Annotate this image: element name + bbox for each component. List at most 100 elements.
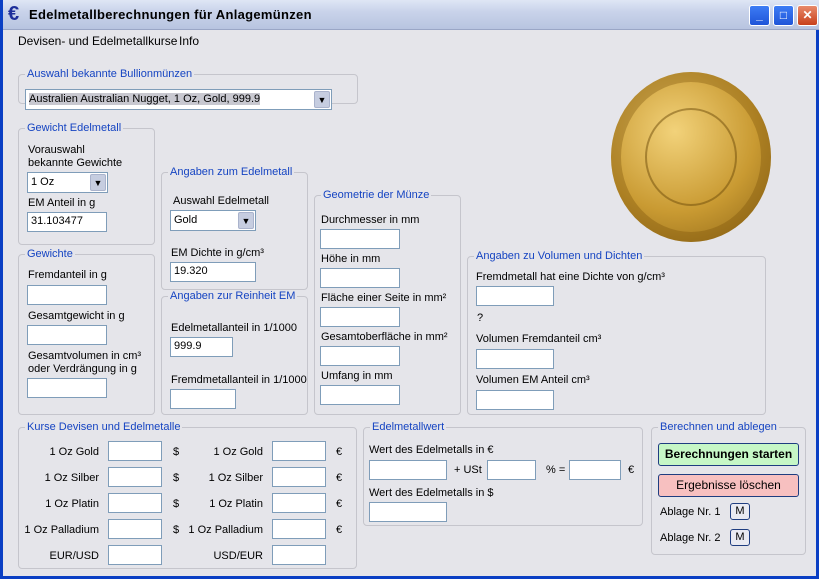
platin-usd-label: 1 Oz Platin	[45, 498, 99, 510]
wert-eur-input[interactable]	[369, 460, 447, 480]
umfang-label: Umfang in mm	[321, 370, 393, 382]
fx-eur-label: USD/EUR	[213, 550, 263, 562]
app-window: € Edelmetallberechnungen für Anlagemünze…	[0, 0, 819, 579]
em-anteil-input[interactable]: 31.103477	[27, 212, 107, 232]
gewichte-legend: Gewichte	[27, 248, 73, 260]
fremd-anteil-1000-input[interactable]	[170, 389, 236, 409]
palladium-usd-label: 1 Oz Palladium	[24, 524, 99, 536]
bullion-value: Australien Australian Nugget, 1 Oz, Gold…	[29, 93, 261, 105]
palladium-usd-input[interactable]	[108, 519, 162, 539]
ust-label: + USt	[454, 464, 482, 476]
wert-eur-label: Wert des Edelmetalls in €	[369, 444, 494, 456]
percent-label: % =	[546, 464, 566, 476]
ablage1-m-button[interactable]: M	[730, 503, 750, 520]
window-title: Edelmetallberechnungen für Anlagemünzen	[29, 7, 312, 22]
ablage2-m-button[interactable]: M	[730, 529, 750, 546]
gold-eur-label: 1 Oz Gold	[213, 446, 263, 458]
auswahl-edelmetall-label: Auswahl Edelmetall	[173, 195, 269, 207]
fx-eur-input[interactable]	[272, 545, 326, 565]
minimize-button[interactable]: _	[749, 5, 770, 26]
edelmetall-select[interactable]: Gold ▼	[170, 210, 256, 231]
silber-usd-input[interactable]	[108, 467, 162, 487]
ablage2-label: Ablage Nr. 2	[660, 532, 721, 544]
gesamtgewicht-input[interactable]	[27, 325, 107, 345]
gewicht-select[interactable]: 1 Oz ▼	[27, 172, 108, 193]
silber-usd-label: 1 Oz Silber	[44, 472, 99, 484]
flaeche-label: Fläche einer Seite in mm²	[321, 292, 447, 304]
euro-icon: €	[8, 3, 20, 25]
chevron-down-icon[interactable]: ▼	[238, 212, 254, 229]
vorauswahl-label: Vorauswahl	[28, 144, 85, 156]
volumen-fremd-label: Volumen Fremdanteil cm³	[476, 333, 602, 345]
wert-usd-input[interactable]	[369, 502, 447, 522]
fx-usd-label: EUR/USD	[49, 550, 99, 562]
palladium-eur-label: 1 Oz Palladium	[188, 524, 263, 536]
silber-eur-input[interactable]	[272, 467, 326, 487]
fremd-anteil-1000-label: Fremdmetallanteil in 1/1000	[171, 374, 307, 386]
gesamtoberflaeche-label: Gesamtoberfläche in mm²	[321, 331, 448, 343]
bullion-legend: Auswahl bekannte Bullionmünzen	[27, 68, 193, 80]
flaeche-input[interactable]	[320, 307, 400, 327]
euro-label: €	[336, 472, 343, 484]
durchmesser-label: Durchmesser in mm	[321, 214, 420, 226]
gesamtvolumen-label: Gesamtvolumen in cm³	[28, 350, 142, 362]
silber-eur-label: 1 Oz Silber	[208, 472, 263, 484]
ust-input[interactable]	[487, 460, 536, 480]
ablage1-label: Ablage Nr. 1	[660, 506, 721, 518]
question-label: ?	[477, 312, 484, 324]
platin-eur-input[interactable]	[272, 493, 326, 513]
menu-info[interactable]: Info	[179, 34, 199, 48]
geometrie-legend: Geometrie der Münze	[323, 189, 430, 201]
gesamtgewicht-label: Gesamtgewicht in g	[28, 310, 125, 322]
em-anteil-1000-input[interactable]: 999.9	[170, 337, 233, 357]
menu-devisen[interactable]: Devisen- und Edelmetallkurse	[18, 34, 177, 48]
platin-usd-input[interactable]	[108, 493, 162, 513]
volumen-em-input[interactable]	[476, 390, 554, 410]
chevron-down-icon[interactable]: ▼	[90, 174, 106, 191]
gewicht-value: 1 Oz	[31, 176, 55, 188]
berechnen-legend: Berechnen und ablegen	[660, 421, 777, 433]
em-anteil-label: EM Anteil in g	[28, 197, 96, 209]
em-dichte-input[interactable]: 19.320	[170, 262, 256, 282]
hoehe-input[interactable]	[320, 268, 400, 288]
maximize-button[interactable]: □	[773, 5, 794, 26]
fremdmetall-dichte-input[interactable]	[476, 286, 554, 306]
fremdanteil-input[interactable]	[27, 285, 107, 305]
volumen-fremd-input[interactable]	[476, 349, 554, 369]
wert-legend: Edelmetallwert	[372, 421, 445, 433]
durchmesser-input[interactable]	[320, 229, 400, 249]
em-anteil-1000-label: Edelmetallanteil in 1/1000	[171, 322, 297, 334]
dollar-label: $	[173, 446, 180, 458]
gold-eur-input[interactable]	[272, 441, 326, 461]
euro-label: €	[336, 446, 343, 458]
dollar-label: $	[173, 524, 180, 536]
em-dichte-label: EM Dichte in g/cm³	[171, 247, 264, 259]
dollar-label: $	[173, 498, 180, 510]
bullion-select[interactable]: Australien Australian Nugget, 1 Oz, Gold…	[25, 89, 332, 110]
reinheit-legend: Angaben zur Reinheit EM	[170, 290, 296, 302]
edelmetall-value: Gold	[174, 214, 198, 226]
vorauswahl-label-2: bekannte Gewichte	[28, 157, 123, 169]
volumen-legend: Angaben zu Volumen und Dichten	[476, 250, 643, 262]
kurse-legend: Kurse Devisen und Edelmetalle	[27, 421, 181, 433]
fremdmetall-dichte-label: Fremdmetall hat eine Dichte von g/cm³	[476, 271, 665, 283]
chevron-down-icon[interactable]: ▼	[314, 91, 330, 108]
palladium-eur-input[interactable]	[272, 519, 326, 539]
euro-label: €	[628, 464, 635, 476]
verdraengung-label: oder Verdrängung in g	[28, 363, 137, 375]
gesamtvolumen-input[interactable]	[27, 378, 107, 398]
euro-label: €	[336, 524, 343, 536]
gesamtoberflaeche-input[interactable]	[320, 346, 400, 366]
edelmetall-legend: Angaben zum Edelmetall	[170, 166, 293, 178]
start-calculation-button[interactable]: Berechnungen starten	[658, 443, 799, 466]
close-button[interactable]: ✕	[797, 5, 818, 26]
gold-usd-input[interactable]	[108, 441, 162, 461]
umfang-input[interactable]	[320, 385, 400, 405]
wert-brutto-input[interactable]	[569, 460, 621, 480]
clear-results-button[interactable]: Ergebnisse löschen	[658, 474, 799, 497]
gewicht-legend: Gewicht Edelmetall	[27, 122, 122, 134]
title-bar: € Edelmetallberechnungen für Anlagemünze…	[3, 0, 819, 30]
gold-usd-label: 1 Oz Gold	[49, 446, 99, 458]
hoehe-label: Höhe in mm	[321, 253, 381, 265]
fx-usd-input[interactable]	[108, 545, 162, 565]
